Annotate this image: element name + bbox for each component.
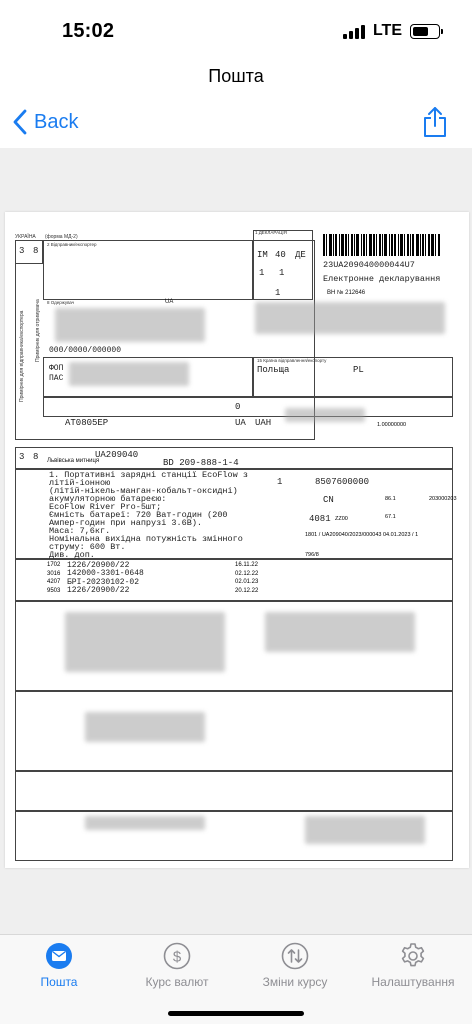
- doc-code: 9503: [47, 587, 61, 594]
- transport-box: [43, 397, 453, 417]
- procedure-zz: ZZ00: [335, 516, 348, 522]
- chevron-left-icon: [13, 109, 27, 135]
- box-3b: 3: [19, 452, 25, 462]
- svg-text:$: $: [173, 949, 182, 966]
- ua-header: UA: [165, 299, 174, 305]
- decl-40: 40: [275, 250, 286, 260]
- tab-rates-label: Курс валют: [145, 975, 209, 989]
- doc-date: 20.12.22: [235, 587, 259, 594]
- hs-code: 8507600000: [315, 477, 370, 487]
- document-viewer[interactable]: УКРАЇНА (форма МД-2) 1 ДЕКЛАРАЦІЯ 3 8 2 …: [0, 148, 472, 934]
- box-3-value: 3: [19, 246, 25, 256]
- vehicle: AT0805EP: [65, 418, 109, 428]
- back-label: Back: [34, 110, 79, 133]
- share-icon[interactable]: [422, 106, 448, 138]
- origin-label: 15 Країна відправлення/експорту: [257, 358, 327, 363]
- box-8-value: 8: [33, 246, 39, 256]
- net-weight: 67.1: [385, 514, 396, 520]
- origin-box: [253, 357, 453, 397]
- tab-rates[interactable]: $ Курс валют: [118, 941, 236, 989]
- exchange-rate: 1.00000000: [377, 422, 407, 428]
- customs-office: Львівська митниця: [47, 458, 100, 464]
- blurred-invoice: [285, 408, 365, 422]
- back-button[interactable]: Back: [12, 109, 78, 135]
- guarantee-box: [15, 691, 453, 771]
- fop: ФОП: [49, 364, 64, 373]
- bd-number: BD 209-888-1-4: [163, 458, 239, 468]
- battery-icon: [410, 23, 443, 39]
- sender-label: 2 Відправник/експортер: [47, 242, 97, 247]
- network-type: LTE: [372, 22, 402, 39]
- recipient-label: 8 Одержувач: [47, 300, 75, 305]
- blurred-sign: [85, 816, 205, 830]
- tab-changes[interactable]: Зміни курсу: [236, 941, 354, 989]
- tab-settings[interactable]: Налаштування: [354, 941, 472, 989]
- dollar-icon: $: [163, 942, 191, 970]
- blurred-calc: [65, 612, 225, 672]
- doc-date: 02.12.22: [235, 570, 259, 577]
- page-title: Пошта: [208, 66, 264, 86]
- quantity: 796/8: [305, 552, 319, 558]
- declaration-box: [253, 230, 313, 300]
- origin-country: Польща: [257, 365, 290, 375]
- forms-a: 1: [259, 268, 265, 278]
- doc-code: 1702: [47, 562, 61, 568]
- spec-num: 1: [275, 288, 281, 298]
- ref-number: 23UA209040000044U7: [323, 260, 415, 270]
- mail-icon: [46, 943, 72, 969]
- origin-code: PL: [353, 365, 364, 375]
- procedure: 4081: [309, 514, 331, 524]
- decl-de: ДЕ: [295, 250, 306, 260]
- pas: ПАС: [49, 374, 64, 383]
- tab-bar: Пошта $ Курс валют Зміни курсу Налаштува…: [0, 934, 472, 1024]
- office-exit-box: [15, 771, 453, 811]
- box-zero-1: 0: [235, 402, 241, 412]
- gear-icon: [401, 943, 425, 967]
- item-number: 1: [277, 477, 283, 487]
- decl-im: IM: [257, 250, 268, 260]
- forms-b: 1: [279, 268, 285, 278]
- tab-mail[interactable]: Пошта: [0, 941, 118, 989]
- origin-cn: CN: [323, 495, 334, 505]
- ua-code: UA: [235, 418, 246, 428]
- blurred-address: [55, 308, 205, 342]
- vn-number: ВН № 212646: [327, 290, 366, 296]
- tab-mail-label: Пошта: [40, 975, 78, 989]
- side-label: Примірник для відправника/експортера: [19, 310, 25, 402]
- blurred-calc-2: [265, 612, 415, 652]
- prev-doc: 1801 / UA209040/2023/000043 04.01.2023 /…: [305, 532, 419, 538]
- blurred-guarantee: [85, 712, 205, 742]
- doc-number: 1226/20900/22: [67, 586, 130, 595]
- barcode: [323, 234, 443, 256]
- status-bar: 15:02 LTE: [0, 0, 472, 60]
- tab-settings-label: Налаштування: [371, 975, 455, 989]
- zip-line: 000/0000/000000: [49, 346, 122, 355]
- sender-box: [43, 240, 253, 300]
- box-8b: 8: [33, 452, 39, 462]
- blurred-declarant: [69, 362, 189, 386]
- e-declaration: Електронне декларування: [323, 274, 441, 284]
- customs-declaration-image: УКРАЇНА (форма МД-2) 1 ДЕКЛАРАЦІЯ 3 8 2 …: [5, 212, 469, 868]
- home-indicator: [168, 1011, 304, 1016]
- doc-date: 02.01.23: [235, 579, 259, 585]
- doc-date: 16.11.22: [235, 562, 258, 568]
- blurred-sign-2: [305, 816, 425, 844]
- tab-changes-label: Зміни курсу: [262, 975, 328, 989]
- signal-icon: [342, 23, 365, 39]
- swap-icon: [281, 942, 309, 970]
- doc-code: 3016: [47, 570, 61, 577]
- side-label-2: Примірник для отримувача: [35, 299, 41, 362]
- office-code: UA209040: [95, 450, 139, 460]
- blurred-right: [255, 302, 445, 334]
- status-indicators: LTE: [342, 22, 443, 40]
- doc-code: 4207: [47, 579, 61, 585]
- currency: UAH: [255, 418, 272, 428]
- preference: 203000203: [429, 496, 457, 502]
- status-time: 15:02: [62, 20, 115, 42]
- gross-weight: 86.1: [385, 496, 396, 502]
